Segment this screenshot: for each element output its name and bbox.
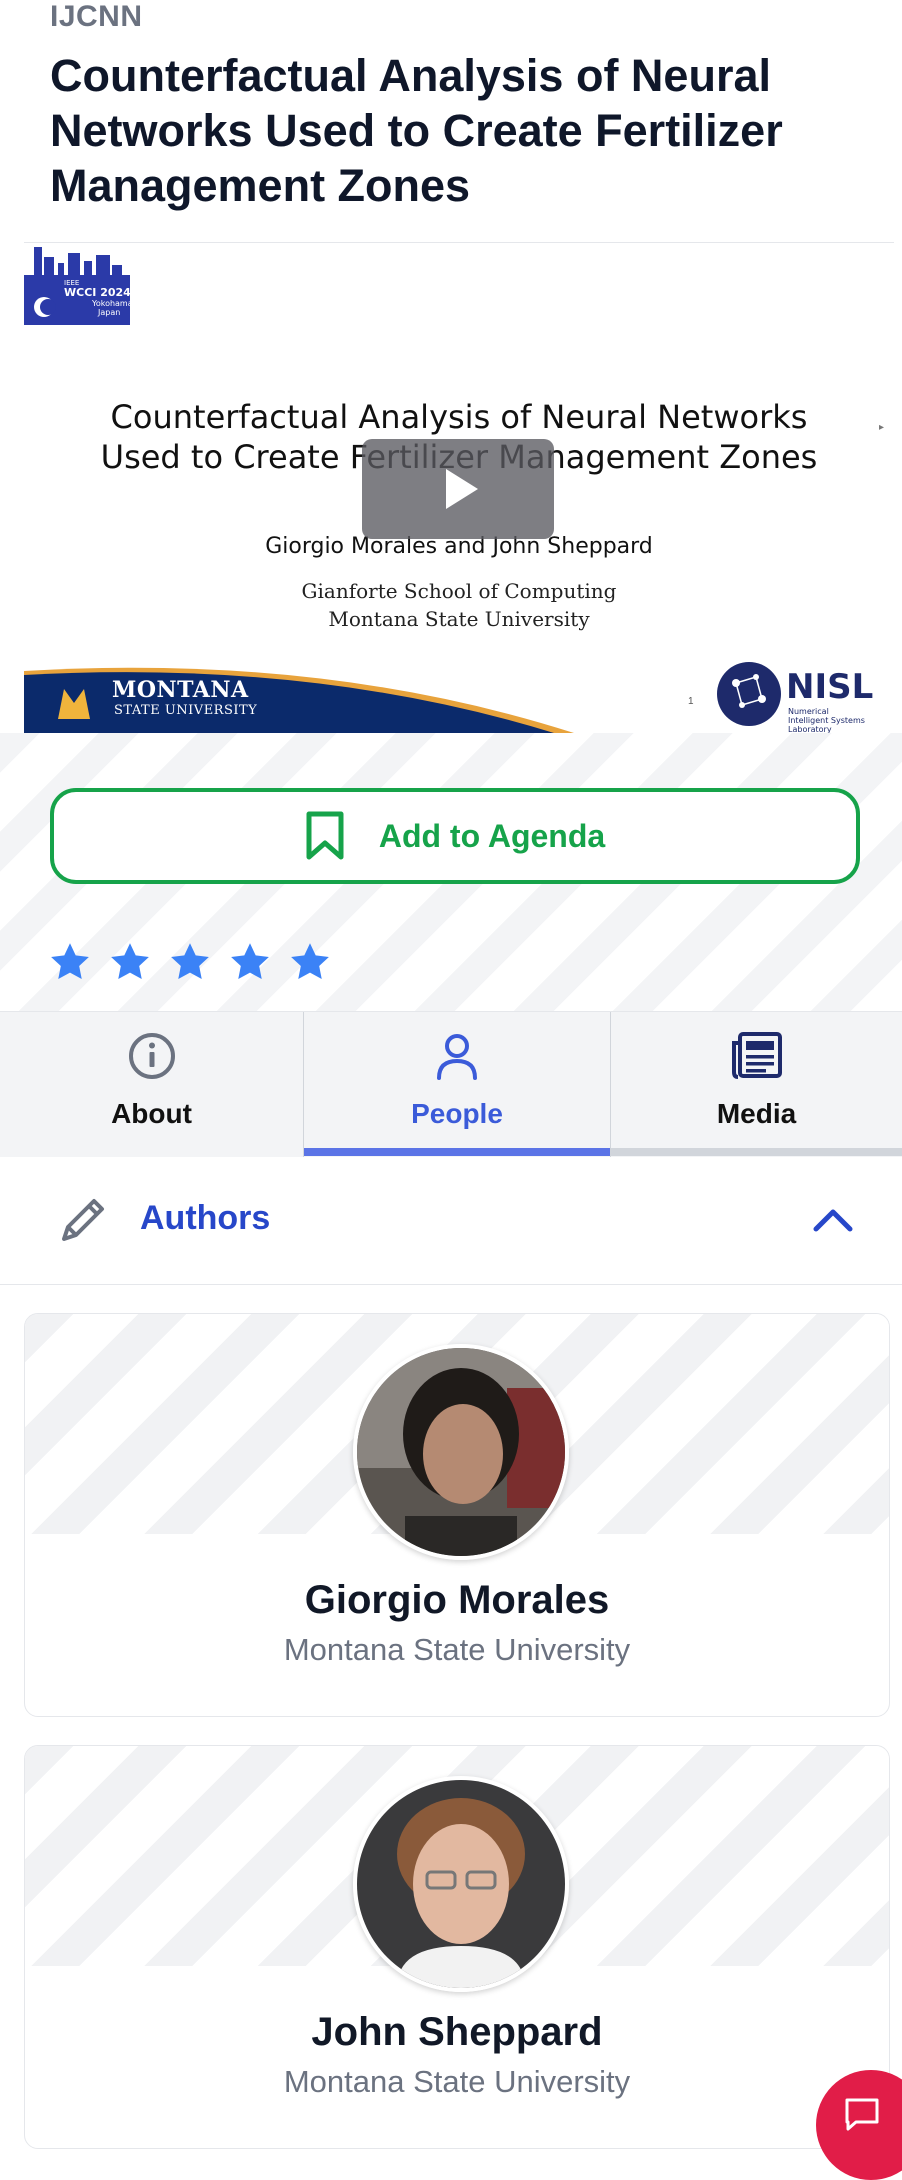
slide-affiliation: Gianforte School of Computing Montana St… [24,577,894,633]
slide-number: 1 [688,696,694,707]
wcci-logo: IEEE WCCI 2024 Yokohama Japan [24,247,130,325]
authors-title: Authors [140,1199,271,1237]
star-icon[interactable] [108,940,152,984]
author-affiliation: Montana State University [283,2064,631,2099]
slide-footer: MONTANA STATE UNIVERSITY 1 NISL Numerica… [24,659,894,733]
page-title: Counterfactual Analysis of Neural Networ… [50,50,783,211]
star-icon[interactable] [228,940,272,984]
person-icon [437,1034,477,1080]
montana-sub: STATE UNIVERSITY [114,703,258,718]
author-affiliation: Montana State University [283,1632,631,1667]
avatar [353,1776,569,1992]
star-icon[interactable] [288,940,332,984]
newspaper-icon [731,1032,782,1079]
tab-media[interactable]: Media [611,1012,902,1157]
logo-line-2: WCCI 2024 [64,286,130,299]
star-icon[interactable] [168,940,212,984]
play-icon [446,469,478,509]
nisl-logo [717,662,781,726]
rating-stars[interactable] [48,940,332,984]
add-to-agenda-label: Add to Agenda [378,817,606,854]
pencil-icon [62,1199,104,1241]
tab-people[interactable]: People [304,1012,611,1157]
nisl-name: NISL [786,667,874,707]
avatar [353,1344,569,1560]
tab-media-label: Media [716,1098,797,1129]
tab-about-label: About [111,1098,192,1129]
tab-about[interactable]: About [0,1012,304,1157]
logo-line-3: Yokohama [91,299,130,308]
info-icon [128,1033,175,1079]
bookmark-icon [306,811,344,860]
author-name: Giorgio Morales [304,1578,610,1622]
slide-title-line-1: Counterfactual Analysis of Neural Networ… [110,398,808,436]
video-player[interactable]: IEEE WCCI 2024 Yokohama Japan Counterfac… [24,243,894,733]
logo-line-4: Japan [97,308,120,317]
chat-icon [845,2098,879,2131]
cursor-icon: ▸ [879,422,885,433]
star-icon[interactable] [48,940,92,984]
montana-name: MONTANA [112,677,249,703]
track-label: IJCNN [50,0,143,33]
play-button[interactable] [362,439,554,539]
chevron-up-icon[interactable] [812,1201,854,1241]
nisl-sub: Numerical Intelligent Systems Laboratory [788,707,865,733]
slide-affil-line-2: Montana State University [328,607,590,631]
active-tab-indicator [304,1148,610,1156]
authors-section-header[interactable]: Authors [0,1157,902,1285]
author-name: John Sheppard [311,2010,603,2054]
author-card[interactable]: John Sheppard Montana State University [24,1745,890,2149]
montana-banner [24,667,574,733]
author-card[interactable]: Giorgio Morales Montana State University [24,1313,890,1717]
slide-affil-line-1: Gianforte School of Computing [301,579,617,603]
tab-people-label: People [411,1098,503,1129]
tab-bar: About People Media [0,1011,902,1157]
tab-indicator [611,1148,902,1156]
add-to-agenda-button[interactable]: Add to Agenda [50,788,860,884]
